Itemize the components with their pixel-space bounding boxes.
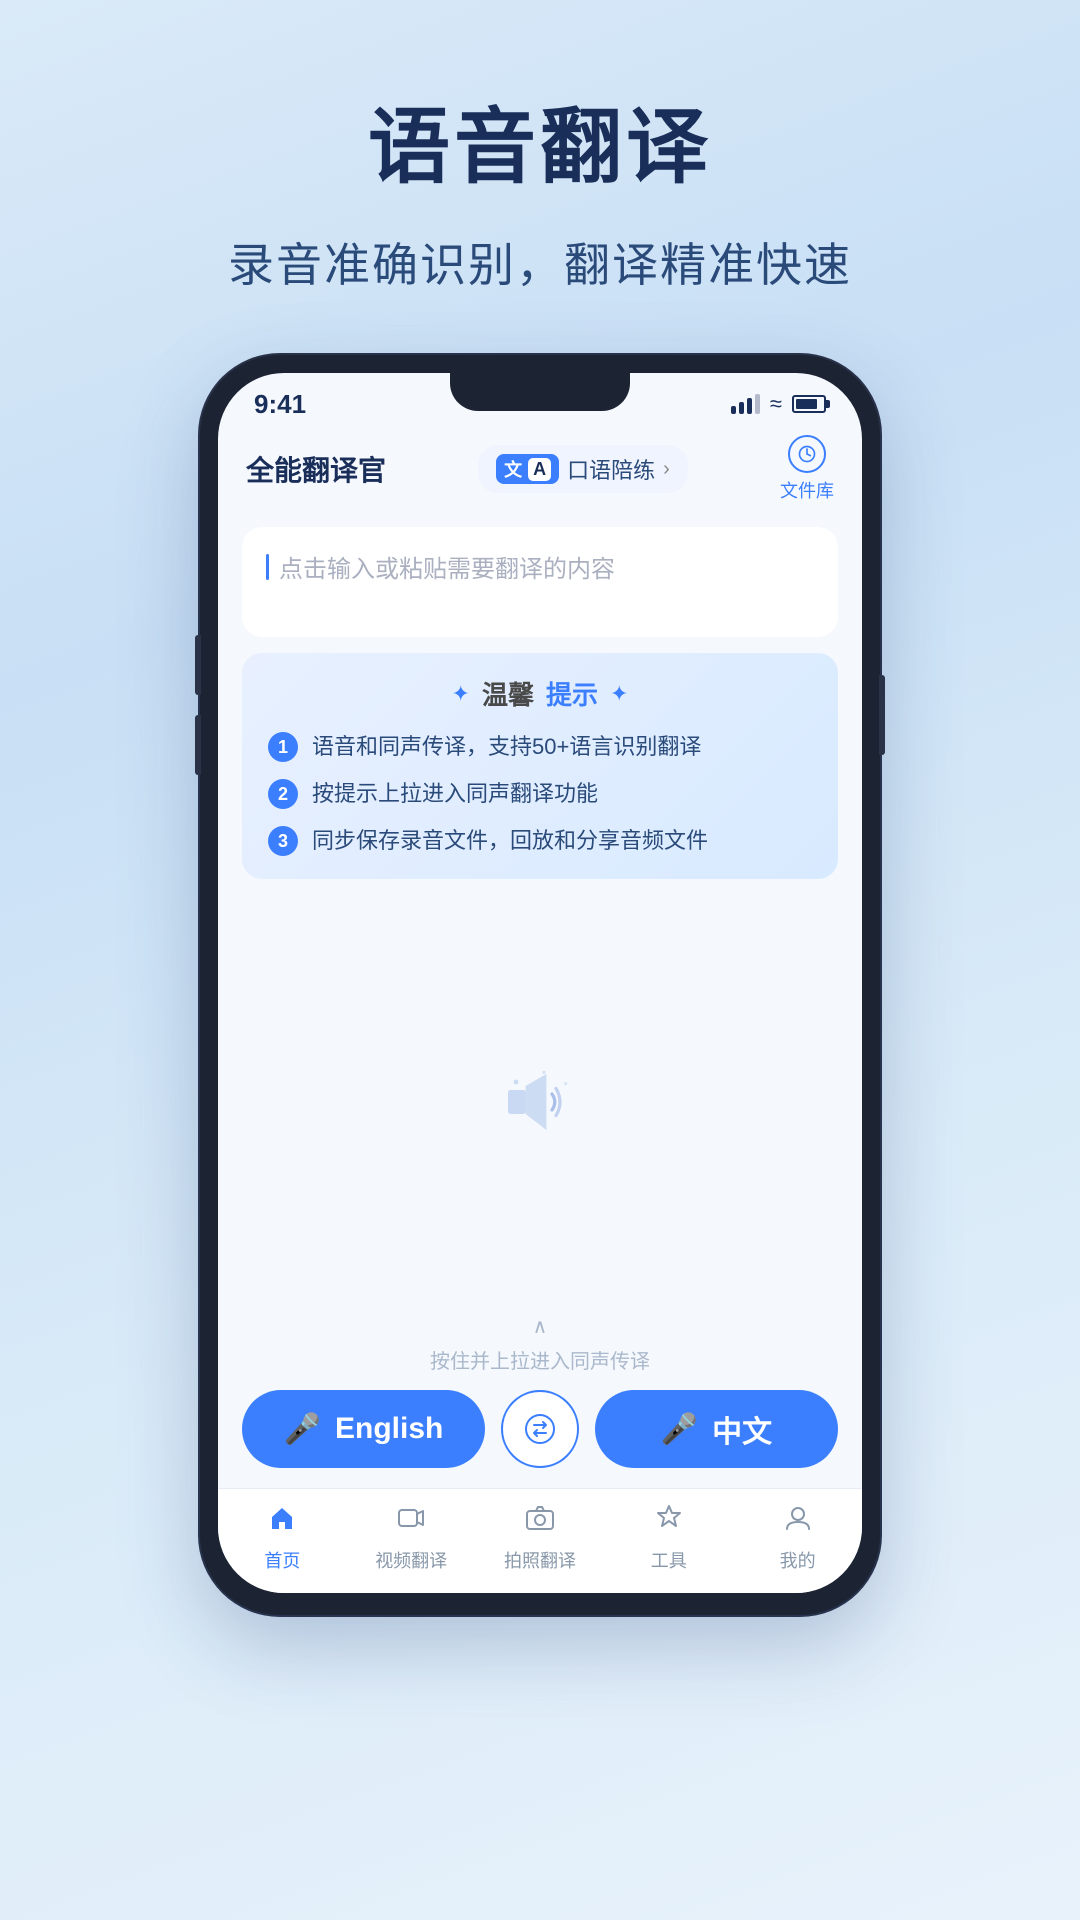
star-left-icon: ✦ xyxy=(452,681,470,707)
home-icon xyxy=(267,1503,297,1541)
page-title: 语音翻译 xyxy=(368,80,712,199)
tab-video[interactable]: 视频翻译 xyxy=(347,1499,476,1577)
tips-item-2: 2 按提示上拉进入同声翻译功能 xyxy=(268,777,812,810)
tab-home-label: 首页 xyxy=(264,1547,300,1573)
profile-icon xyxy=(783,1503,813,1541)
input-placeholder: 点击输入或粘贴需要翻译的内容 xyxy=(266,549,814,584)
chevron-right-icon: › xyxy=(663,458,670,481)
volume-up-button xyxy=(195,635,201,695)
mic-english-button[interactable]: 🎤 English xyxy=(242,1390,485,1468)
tips-num-3: 3 xyxy=(268,826,298,856)
tab-photo[interactable]: 拍照翻译 xyxy=(476,1499,605,1577)
text-cursor xyxy=(266,554,269,580)
history-icon xyxy=(788,435,826,473)
badge-zh: 文 xyxy=(504,456,522,482)
status-icons: ≈ xyxy=(731,391,826,417)
text-input-area[interactable]: 点击输入或粘贴需要翻译的内容 xyxy=(242,527,838,637)
tab-home[interactable]: 首页 xyxy=(218,1499,347,1577)
star-right-icon: ✦ xyxy=(610,681,628,707)
mic-right-icon: 🎤 xyxy=(661,1412,698,1447)
tips-text-3: 同步保存录音文件，回放和分享音频文件 xyxy=(312,824,708,857)
tips-item-3: 3 同步保存录音文件，回放和分享音频文件 xyxy=(268,824,812,857)
tips-card: ✦ 温馨提示 ✦ 1 语音和同声传译，支持50+语言识别翻译 2 按提示上拉进入… xyxy=(242,653,838,879)
tab-profile-label: 我的 xyxy=(780,1547,816,1573)
oral-label: 口语陪练 xyxy=(567,453,655,485)
volume-down-button xyxy=(195,715,201,775)
tab-tools[interactable]: 工具 xyxy=(604,1499,733,1577)
tips-text-1: 语音和同声传译，支持50+语言识别翻译 xyxy=(312,730,701,763)
signal-icon xyxy=(731,394,760,414)
oral-practice-button[interactable]: 文 A 口语陪练 › xyxy=(478,445,688,493)
speaker-icon xyxy=(490,1057,590,1147)
swipe-hint-text: 按住并上拉进入同声传译 xyxy=(430,1345,650,1374)
tab-bar: 首页 视频翻译 xyxy=(218,1488,862,1593)
badge-en: A xyxy=(528,458,551,481)
swipe-up-arrow-icon: ∧ xyxy=(533,1314,548,1339)
switch-icon xyxy=(524,1413,556,1445)
mic-left-icon: 🎤 xyxy=(284,1412,321,1447)
language-badge: 文 A xyxy=(496,454,559,484)
tips-num-1: 1 xyxy=(268,732,298,762)
english-label: English xyxy=(335,1412,443,1446)
file-label: 文件库 xyxy=(780,477,834,503)
power-button xyxy=(879,675,885,755)
tab-profile[interactable]: 我的 xyxy=(733,1499,862,1577)
tools-icon xyxy=(654,1503,684,1541)
bottom-controls: ∧ 按住并上拉进入同声传译 🎤 English xyxy=(218,1304,862,1488)
tab-photo-label: 拍照翻译 xyxy=(504,1547,576,1573)
video-icon xyxy=(396,1503,426,1541)
camera-icon xyxy=(525,1503,555,1541)
page-subtitle: 录音准确识别，翻译精准快速 xyxy=(228,229,852,295)
tab-tools-label: 工具 xyxy=(651,1547,687,1573)
status-time: 9:41 xyxy=(254,389,306,420)
tab-video-label: 视频翻译 xyxy=(375,1547,447,1573)
tips-num-2: 2 xyxy=(268,779,298,809)
tips-text-2: 按提示上拉进入同声翻译功能 xyxy=(312,777,598,810)
tips-title: ✦ 温馨提示 ✦ xyxy=(268,675,812,712)
tips-warm-text: 温馨 xyxy=(482,675,534,712)
wifi-icon: ≈ xyxy=(770,391,782,417)
tips-item-1: 1 语音和同声传译，支持50+语言识别翻译 xyxy=(268,730,812,763)
phone-mockup: 9:41 ≈ 全能翻译官 文 A xyxy=(200,355,880,1615)
file-library-button[interactable]: 文件库 xyxy=(780,435,834,503)
language-switch-button[interactable] xyxy=(501,1390,579,1468)
tips-highlight-text: 提示 xyxy=(546,675,598,712)
speaker-area xyxy=(218,899,862,1304)
app-header: 全能翻译官 文 A 口语陪练 › 文件 xyxy=(218,425,862,517)
swipe-hint: ∧ 按住并上拉进入同声传译 xyxy=(242,1314,838,1374)
mic-chinese-button[interactable]: 🎤 中文 xyxy=(595,1390,838,1468)
notch xyxy=(450,373,630,411)
chinese-label: 中文 xyxy=(712,1407,772,1451)
app-title: 全能翻译官 xyxy=(246,449,386,489)
mic-buttons-row: 🎤 English 🎤 中文 xyxy=(242,1390,838,1468)
battery-icon xyxy=(792,395,826,413)
